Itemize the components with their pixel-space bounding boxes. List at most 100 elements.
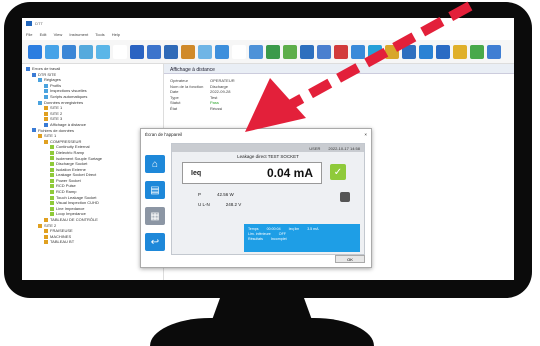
power-row: P 42.56 W bbox=[198, 192, 234, 197]
dialog-title: Écran de l'appareil bbox=[145, 132, 183, 137]
tools-button[interactable]: ▦ bbox=[145, 207, 165, 225]
tree-item-icon bbox=[44, 122, 48, 127]
report-icon[interactable] bbox=[215, 44, 229, 59]
chart-icon[interactable] bbox=[453, 44, 467, 59]
menu-instrument[interactable]: Instrument bbox=[69, 32, 88, 37]
tree-item-label: SITE 2 bbox=[50, 110, 63, 116]
import-icon[interactable] bbox=[283, 44, 297, 59]
info-limit-value: 3.5 mA bbox=[307, 227, 319, 231]
measurement-symbol: Ieq bbox=[191, 169, 202, 177]
separator-icon bbox=[113, 44, 127, 59]
menu-file[interactable]: File bbox=[26, 32, 32, 37]
download-icon[interactable] bbox=[96, 44, 110, 59]
tree-item-label: RCD Ramp bbox=[56, 189, 77, 195]
tree-item-icon bbox=[38, 134, 42, 139]
instrument-3-icon[interactable] bbox=[164, 44, 178, 59]
tree-item-label: Continuity External bbox=[56, 144, 90, 150]
settings-icon[interactable] bbox=[300, 44, 314, 59]
tree-item-icon bbox=[50, 178, 54, 183]
tree-item-label: Loop Impedance bbox=[56, 211, 86, 217]
menu-view[interactable]: View bbox=[54, 32, 63, 37]
app-icon bbox=[26, 21, 32, 27]
tree-item-icon bbox=[44, 94, 48, 99]
monitor-stand bbox=[150, 318, 374, 346]
tree-item-label: SITE 2 bbox=[44, 222, 57, 228]
tree-item-icon bbox=[50, 184, 54, 189]
save-icon[interactable] bbox=[62, 44, 76, 59]
device-icon[interactable] bbox=[487, 44, 501, 59]
tree-item-icon bbox=[38, 78, 42, 83]
delete-icon[interactable] bbox=[334, 44, 348, 59]
tree-item-icon bbox=[50, 173, 54, 178]
window-titlebar: DTT bbox=[22, 18, 514, 30]
property-value: Réussi bbox=[210, 105, 223, 111]
tree-item-icon bbox=[50, 162, 54, 167]
open-icon[interactable] bbox=[79, 44, 93, 59]
tree-item-label: Discharge Socket bbox=[56, 161, 88, 167]
refresh-icon[interactable] bbox=[368, 44, 382, 59]
info-icon[interactable] bbox=[436, 44, 450, 59]
tree-item-label: Visual Inspection CUHD bbox=[56, 200, 99, 206]
tree-item-icon bbox=[44, 234, 48, 239]
voltage-row: U L-N 248.2 V bbox=[198, 202, 241, 207]
instrument-display: USER 2022-10-17 14:58 Leakage direct TES… bbox=[171, 143, 365, 255]
tree-item-label: Inspections visuelles bbox=[50, 88, 87, 94]
tree-item-icon bbox=[38, 100, 42, 105]
tree-item-icon bbox=[44, 139, 48, 144]
tree-item-label: SITE 1 bbox=[50, 105, 63, 111]
voltage-label: U L-N bbox=[198, 202, 210, 207]
properties-list: Opérateur OPERATEUR Nom de la fonction Disc… bbox=[164, 74, 514, 116]
clock-icon[interactable] bbox=[402, 44, 416, 59]
menubar: File Edit View Instrument Tools Help bbox=[22, 30, 514, 40]
power-label: P bbox=[198, 192, 202, 197]
tree-item-label: Fichiers de données bbox=[38, 127, 75, 133]
tree-item-icon bbox=[44, 111, 48, 116]
connect-icon[interactable] bbox=[28, 44, 42, 59]
warning-icon[interactable] bbox=[385, 44, 399, 59]
menu-help[interactable]: Help bbox=[112, 32, 120, 37]
tree-item-icon bbox=[44, 117, 48, 122]
help-icon[interactable] bbox=[419, 44, 433, 59]
window-title: DTT bbox=[35, 21, 43, 26]
search-icon[interactable] bbox=[249, 44, 263, 59]
sync-icon[interactable] bbox=[351, 44, 365, 59]
ok-button[interactable]: OK bbox=[335, 255, 365, 263]
tree-item-label: Isolement Souple Surtage bbox=[56, 155, 103, 161]
tree-item-label: TABLEAU DE CONTRÔLE bbox=[50, 217, 98, 223]
tree-item-label: Scripts automatiques bbox=[50, 93, 88, 99]
disconnect-icon[interactable] bbox=[45, 44, 59, 59]
instrument-icon[interactable] bbox=[130, 44, 144, 59]
play-icon[interactable] bbox=[470, 44, 484, 59]
tree-item-icon bbox=[50, 167, 54, 172]
dialog-side-buttons: ⌂ ▤ ▦ ↩ bbox=[145, 155, 165, 251]
dialog-titlebar: Écran de l'appareil × bbox=[141, 129, 371, 139]
tree-item-label: Dielectric Ramp bbox=[56, 149, 85, 155]
home-button[interactable]: ⌂ bbox=[145, 155, 165, 173]
instrument-2-icon[interactable] bbox=[147, 44, 161, 59]
menu-edit[interactable]: Edit bbox=[40, 32, 47, 37]
status-bar: USER 2022-10-17 14:58 bbox=[172, 144, 364, 152]
check-icon: ✓ bbox=[330, 164, 346, 180]
save-button[interactable]: ▤ bbox=[145, 181, 165, 199]
export-icon[interactable] bbox=[266, 44, 280, 59]
tree-item-icon bbox=[26, 66, 30, 71]
menu-tools[interactable]: Tools bbox=[95, 32, 104, 37]
info-panel: Temps 00:00:04 Ieq lim 3.5 mA Lim. infér… bbox=[244, 224, 360, 252]
monitor-screen: DTT File Edit View Instrument Tools Help bbox=[22, 18, 514, 280]
tree-item-icon bbox=[50, 201, 54, 206]
device-screen-dialog: Écran de l'appareil × ⌂ ▤ ▦ ↩ USER 2022-… bbox=[140, 128, 372, 268]
tree-item-label: COMPRESSEUR bbox=[50, 138, 82, 144]
close-icon[interactable]: × bbox=[364, 132, 367, 137]
gear-icon[interactable] bbox=[340, 192, 350, 202]
property-key: État bbox=[170, 105, 178, 111]
tree-item-icon bbox=[44, 106, 48, 111]
tree-item-icon bbox=[44, 217, 48, 222]
tree-item-label: Line Impedance bbox=[56, 205, 85, 211]
tools-icon[interactable] bbox=[317, 44, 331, 59]
tree-item-label: MACHINES bbox=[50, 233, 72, 239]
folder-icon[interactable] bbox=[181, 44, 195, 59]
back-button[interactable]: ↩ bbox=[145, 233, 165, 251]
print-icon[interactable] bbox=[198, 44, 212, 59]
info-limit-label: Ieq lim bbox=[288, 227, 300, 231]
tree-item-label: Power Socket bbox=[56, 177, 81, 183]
